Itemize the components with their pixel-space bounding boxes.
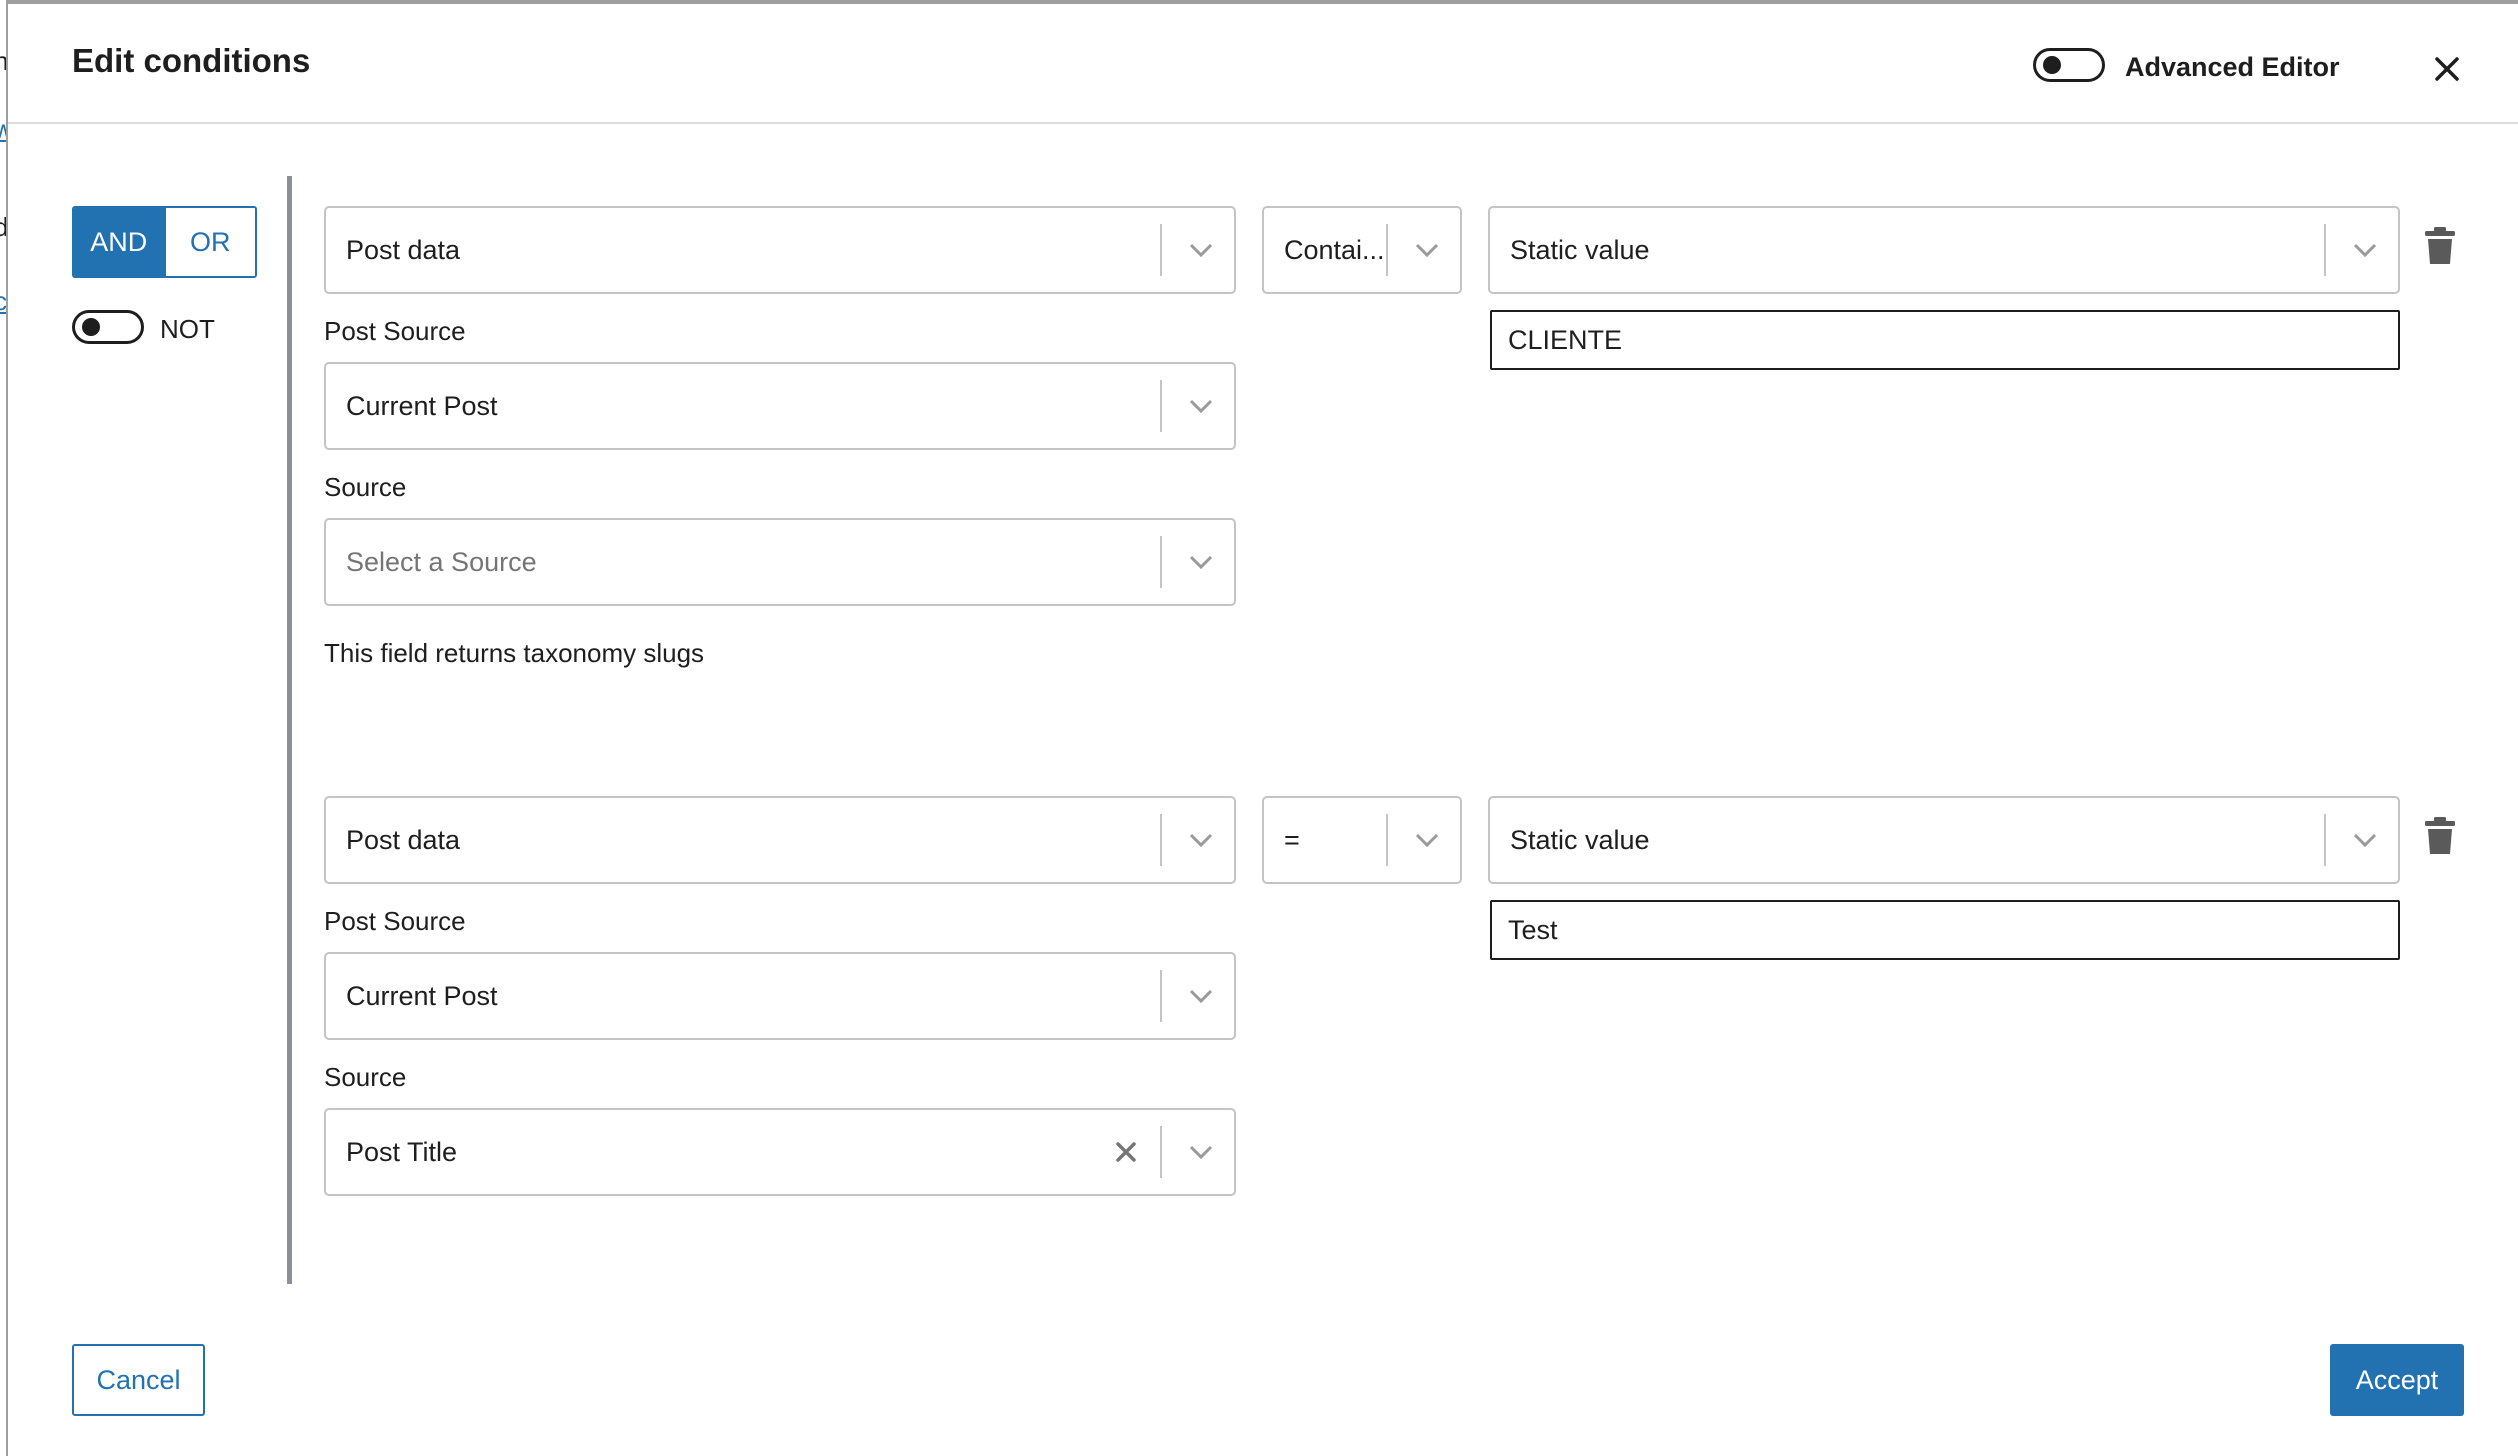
condition-2-source-label: Source <box>324 1062 407 1092</box>
chevron-down-icon[interactable] <box>1186 236 1216 264</box>
select-value: Post data <box>346 825 461 855</box>
background-link-fragment[interactable]: w <box>0 114 6 145</box>
select-value: Post Title <box>346 1137 458 1167</box>
screen: n w d c Edit conditions Advanced Editor … <box>0 0 2518 1456</box>
select-separator <box>1160 814 1162 866</box>
condition-2-field-select[interactable]: Post data <box>324 796 1236 884</box>
condition-2-post-source-select[interactable]: Current Post <box>324 952 1236 1040</box>
clear-selection-button[interactable] <box>1110 1136 1142 1168</box>
condition-1-operator-select[interactable]: Contai... <box>1262 206 1462 294</box>
not-toggle[interactable] <box>72 310 144 344</box>
toggle-knob <box>2043 56 2061 74</box>
condition-1-source-label: Source <box>324 472 407 502</box>
modal-header: Edit conditions Advanced Editor <box>8 4 2518 124</box>
condition-2-operator-select[interactable]: = <box>1262 796 1462 884</box>
condition-2-post-source-label: Post Source <box>324 906 466 936</box>
chevron-down-icon[interactable] <box>2350 236 2380 264</box>
condition-2-value-input[interactable] <box>1490 900 2400 960</box>
chevron-down-icon[interactable] <box>1186 982 1216 1010</box>
select-value: Current Post <box>346 981 498 1011</box>
logic-operator-switch: AND OR <box>72 206 257 278</box>
select-separator <box>2324 814 2326 866</box>
select-value: Contai... <box>1284 235 1385 265</box>
condition-2-source-select[interactable]: Post Title <box>324 1108 1236 1196</box>
toggle-knob <box>82 318 100 336</box>
select-separator <box>1160 536 1162 588</box>
select-value: Static value <box>1510 235 1650 265</box>
cancel-button[interactable]: Cancel <box>72 1344 205 1416</box>
chevron-down-icon[interactable] <box>1186 548 1216 576</box>
select-placeholder: Select a Source <box>346 547 537 577</box>
select-separator <box>1160 380 1162 432</box>
modal-title: Edit conditions <box>72 42 311 79</box>
or-button[interactable]: OR <box>163 208 255 276</box>
condition-1-value-type-select[interactable]: Static value <box>1488 206 2400 294</box>
background-link-fragment[interactable]: c <box>0 286 6 317</box>
select-value: Post data <box>346 235 461 265</box>
select-separator <box>1386 814 1388 866</box>
close-button[interactable] <box>2422 44 2472 94</box>
condition-1-source-select[interactable]: Select a Source <box>324 518 1236 606</box>
condition-2-delete-button[interactable] <box>2422 816 2458 856</box>
condition-1-help-text: This field returns taxonomy slugs <box>324 638 705 668</box>
edit-conditions-modal: Edit conditions Advanced Editor AND OR N… <box>8 0 2518 1456</box>
select-separator <box>1160 224 1162 276</box>
and-button[interactable]: AND <box>74 208 164 276</box>
close-icon <box>2435 57 2459 81</box>
chevron-down-icon[interactable] <box>1186 392 1216 420</box>
advanced-editor-toggle[interactable] <box>2033 48 2105 82</box>
not-label: NOT <box>160 314 215 344</box>
condition-1-delete-button[interactable] <box>2422 226 2458 266</box>
select-separator <box>1160 1126 1162 1178</box>
condition-1-value-input[interactable] <box>1490 310 2400 370</box>
background-page: n w d c <box>0 0 8 1456</box>
select-separator <box>2324 224 2326 276</box>
condition-1-post-source-label: Post Source <box>324 316 466 346</box>
select-value: = <box>1284 825 1300 855</box>
chevron-down-icon[interactable] <box>1186 1138 1216 1166</box>
select-value: Static value <box>1510 825 1650 855</box>
chevron-down-icon[interactable] <box>1186 826 1216 854</box>
condition-1-post-source-select[interactable]: Current Post <box>324 362 1236 450</box>
select-value: Current Post <box>346 391 498 421</box>
group-divider <box>287 176 292 1284</box>
condition-1-field-select[interactable]: Post data <box>324 206 1236 294</box>
chevron-down-icon[interactable] <box>2350 826 2380 854</box>
background-text-fragment: d <box>0 212 6 243</box>
trash-icon <box>2425 817 2455 854</box>
select-separator <box>1386 224 1388 276</box>
clear-icon <box>1116 1142 1136 1162</box>
advanced-editor-label: Advanced Editor <box>2125 52 2340 82</box>
trash-icon <box>2425 227 2455 264</box>
accept-button[interactable]: Accept <box>2330 1344 2464 1416</box>
chevron-down-icon[interactable] <box>1412 236 1442 264</box>
condition-2-value-type-select[interactable]: Static value <box>1488 796 2400 884</box>
background-text-fragment: n <box>0 46 6 77</box>
select-separator <box>1160 970 1162 1022</box>
chevron-down-icon[interactable] <box>1412 826 1442 854</box>
